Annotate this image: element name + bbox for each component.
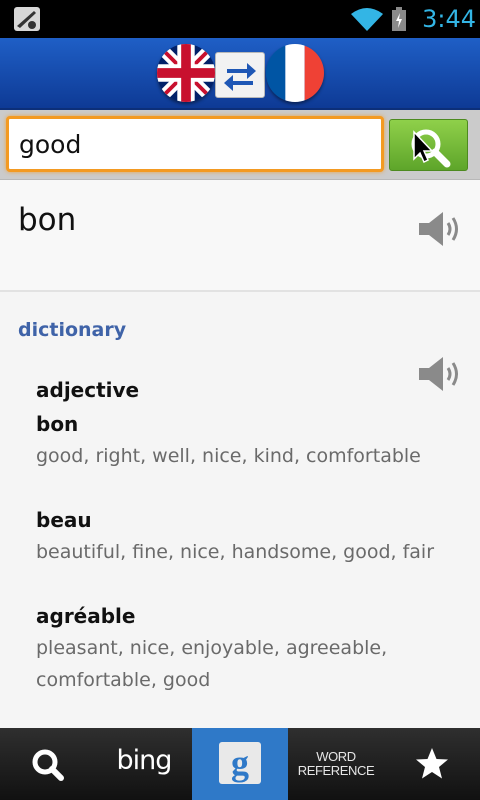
- swap-languages-button[interactable]: [215, 52, 265, 98]
- status-clock: 3:44: [422, 5, 476, 33]
- search-icon: [32, 749, 64, 781]
- nav-tab-wordreference[interactable]: WORD REFERENCE: [288, 728, 384, 800]
- france-flag-icon[interactable]: [266, 44, 324, 102]
- search-input[interactable]: [6, 116, 384, 172]
- bing-label: bing: [116, 745, 173, 776]
- part-of-speech-label: adjective: [36, 378, 140, 402]
- magnifier-icon: [411, 129, 451, 168]
- speaker-icon[interactable]: [418, 210, 462, 248]
- translation-result: bon: [0, 180, 480, 292]
- dictionary-entry-word: bon: [36, 412, 79, 436]
- bottom-navigation: bing g WORD REFERENCE: [0, 728, 480, 800]
- star-icon: [416, 748, 448, 779]
- translated-word: bon: [18, 202, 77, 238]
- google-icon: g: [219, 742, 261, 784]
- nav-tab-google[interactable]: g: [192, 728, 288, 800]
- speaker-icon[interactable]: [418, 355, 462, 393]
- dictionary-entry-word: beau: [36, 508, 92, 532]
- nav-tab-search[interactable]: [0, 728, 96, 800]
- nav-tab-favorites[interactable]: [384, 728, 480, 800]
- svg-text:g: g: [231, 743, 249, 783]
- dictionary-entry-synonyms: good, right, well, nice, kind, comfortab…: [36, 445, 421, 467]
- dictionary-heading: dictionary: [18, 319, 127, 341]
- notification-icon: [14, 7, 40, 31]
- nav-tab-bing[interactable]: bing: [96, 728, 192, 800]
- dictionary-entry-word: agréable: [36, 604, 136, 628]
- battery-icon: [392, 7, 406, 31]
- dictionary-entry-synonyms: beautiful, fine, nice, handsome, good, f…: [36, 541, 435, 563]
- uk-flag-icon[interactable]: [157, 44, 215, 102]
- language-header: [0, 38, 480, 110]
- wordreference-label: WORD REFERENCE: [297, 749, 375, 778]
- search-button[interactable]: [389, 119, 468, 171]
- swap-arrows-icon: [224, 63, 256, 91]
- wifi-icon: [350, 8, 384, 32]
- status-bar: 3:44: [0, 0, 480, 38]
- search-bar: [0, 110, 480, 180]
- dictionary-section: dictionary adjective bon good, right, we…: [0, 294, 480, 728]
- dictionary-entry-synonyms: pleasant, nice, enjoyable, agreeable, co…: [36, 637, 388, 691]
